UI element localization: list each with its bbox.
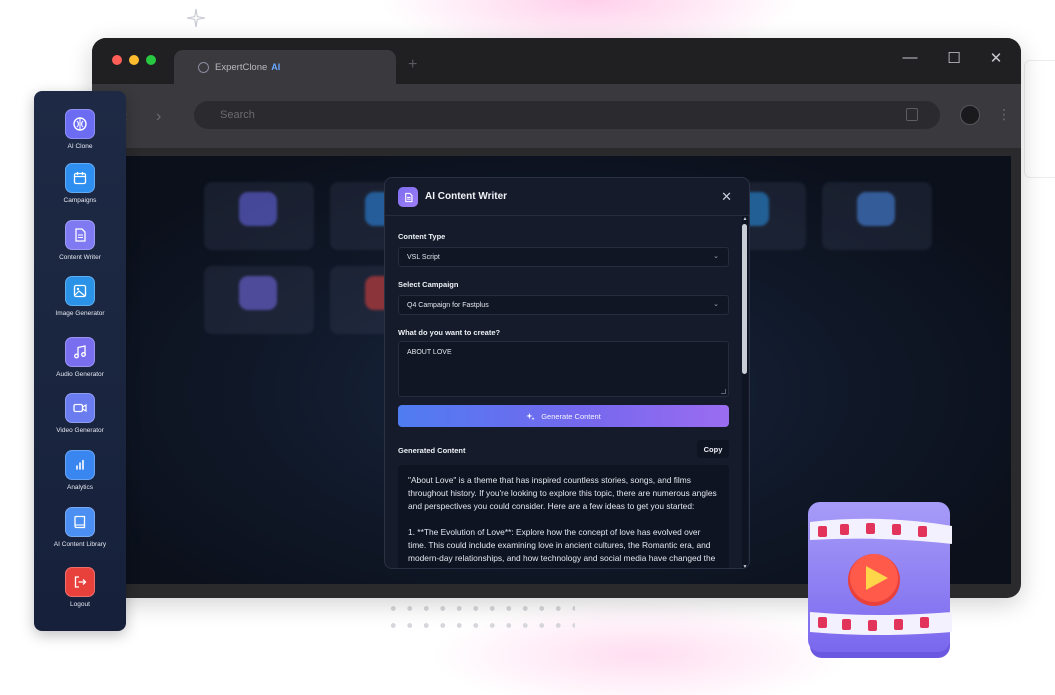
minimize-dot[interactable] bbox=[129, 55, 139, 65]
background-card bbox=[204, 266, 314, 334]
video-icon bbox=[65, 393, 95, 423]
browser-tab[interactable]: ExpertClone AI bbox=[174, 50, 396, 84]
campaign-label: Select Campaign bbox=[398, 280, 459, 289]
share-icon[interactable] bbox=[906, 108, 918, 121]
sidebar-item-ai-content-library[interactable]: AI Content Library bbox=[34, 507, 126, 548]
chevron-down-icon: ⌄ bbox=[713, 253, 719, 260]
book-icon bbox=[65, 507, 95, 537]
generate-label: Generate Content bbox=[541, 411, 601, 421]
close-icon[interactable]: ✕ bbox=[721, 189, 732, 205]
modal-title: AI Content Writer bbox=[425, 191, 508, 202]
sidebar-item-label: AI Content Library bbox=[53, 541, 107, 548]
kebab-menu-icon[interactable]: ⋮ bbox=[997, 106, 1011, 123]
brain-icon bbox=[65, 109, 95, 139]
close-dot[interactable] bbox=[112, 55, 122, 65]
new-tab-button[interactable]: + bbox=[408, 56, 417, 74]
campaign-value: Q4 Campaign for Fastplus bbox=[407, 301, 489, 309]
scrollbar-thumb[interactable] bbox=[742, 224, 747, 374]
window-traffic-lights bbox=[112, 55, 156, 65]
chevron-down-icon: ⌄ bbox=[713, 301, 719, 308]
ai-content-writer-modal: AI Content Writer ✕ ▲ ▼ Content Type VSL… bbox=[384, 177, 750, 569]
address-bar[interactable]: Search bbox=[194, 101, 940, 129]
generate-content-button[interactable]: Generate Content bbox=[398, 405, 729, 427]
music-icon bbox=[65, 337, 95, 367]
background-card bbox=[204, 182, 314, 250]
content-type-label: Content Type bbox=[398, 232, 446, 241]
prompt-value: ABOUT LOVE bbox=[407, 349, 452, 356]
generated-content-output[interactable]: "About Love" is a theme that has inspire… bbox=[398, 465, 729, 568]
sidebar-item-image-generator[interactable]: Image Generator bbox=[34, 276, 126, 317]
film-play-icon bbox=[808, 502, 952, 658]
content-type-value: VSL Script bbox=[407, 253, 440, 261]
bar-chart-icon bbox=[65, 450, 95, 480]
sidebar-item-logout[interactable]: Logout bbox=[34, 567, 126, 608]
sidebar-item-label: Logout bbox=[70, 601, 90, 608]
sidebar-item-analytics[interactable]: Analytics bbox=[34, 450, 126, 491]
close-window-button[interactable]: ✕ bbox=[986, 49, 1006, 67]
sidebar-item-audio-generator[interactable]: Audio Generator bbox=[34, 337, 126, 378]
prompt-label: What do you want to create? bbox=[398, 328, 501, 337]
sidebar-item-video-generator[interactable]: Video Generator bbox=[34, 393, 126, 434]
address-placeholder: Search bbox=[220, 109, 255, 121]
app-sidebar: AI Clone Campaigns Content Writer Image … bbox=[34, 91, 126, 631]
generated-content-label: Generated Content bbox=[398, 446, 466, 455]
profile-avatar-icon[interactable] bbox=[960, 105, 980, 125]
sidebar-item-label: Image Generator bbox=[55, 310, 105, 317]
calendar-icon bbox=[65, 163, 95, 193]
sidebar-item-label: Video Generator bbox=[56, 427, 104, 434]
dot-grid-decoration bbox=[385, 600, 575, 630]
modal-header: AI Content Writer ✕ bbox=[385, 178, 749, 216]
expertclone-logo-icon bbox=[198, 61, 209, 73]
prompt-textarea[interactable]: ABOUT LOVE bbox=[398, 341, 729, 397]
output-paragraph: 1. **The Evolution of Love**: Explore ho… bbox=[408, 527, 716, 568]
sparkles-icon bbox=[526, 412, 535, 420]
sidebar-item-ai-clone[interactable]: AI Clone bbox=[34, 109, 126, 150]
tab-bar: ExpertClone AI + — ☐ ✕ bbox=[92, 38, 1021, 84]
modal-scrollbar[interactable]: ▲ ▼ bbox=[742, 216, 748, 568]
resize-handle[interactable] bbox=[721, 389, 726, 394]
sidebar-item-label: Content Writer bbox=[59, 254, 101, 261]
tab-ai-badge: AI bbox=[271, 62, 281, 72]
background-card bbox=[822, 182, 932, 250]
logout-icon bbox=[65, 567, 95, 597]
copy-button[interactable]: Copy bbox=[697, 440, 729, 458]
tab-title: ExpertClone bbox=[215, 61, 268, 73]
sidebar-item-campaigns[interactable]: Campaigns bbox=[34, 163, 126, 204]
scroll-up-icon[interactable]: ▲ bbox=[742, 216, 748, 222]
sidebar-item-label: Campaigns bbox=[63, 197, 97, 204]
image-icon bbox=[65, 276, 95, 306]
output-paragraph: "About Love" is a theme that has inspire… bbox=[408, 475, 717, 511]
sidebar-item-content-writer[interactable]: Content Writer bbox=[34, 220, 126, 261]
zoom-dot[interactable] bbox=[146, 55, 156, 65]
sidebar-item-label: Audio Generator bbox=[56, 371, 104, 378]
campaign-select[interactable]: Q4 Campaign for Fastplus ⌄ bbox=[398, 295, 729, 315]
sidebar-item-label: Analytics bbox=[66, 484, 93, 491]
forward-arrow-icon[interactable]: › bbox=[156, 108, 161, 126]
document-icon bbox=[65, 220, 95, 250]
sidebar-item-label: AI Clone bbox=[67, 143, 93, 150]
background-panel bbox=[1024, 60, 1055, 178]
document-icon bbox=[398, 187, 418, 207]
maximize-button[interactable]: ☐ bbox=[944, 49, 964, 67]
sparkle-icon bbox=[186, 8, 206, 28]
minimize-button[interactable]: — bbox=[900, 49, 920, 66]
content-type-select[interactable]: VSL Script ⌄ bbox=[398, 247, 729, 267]
